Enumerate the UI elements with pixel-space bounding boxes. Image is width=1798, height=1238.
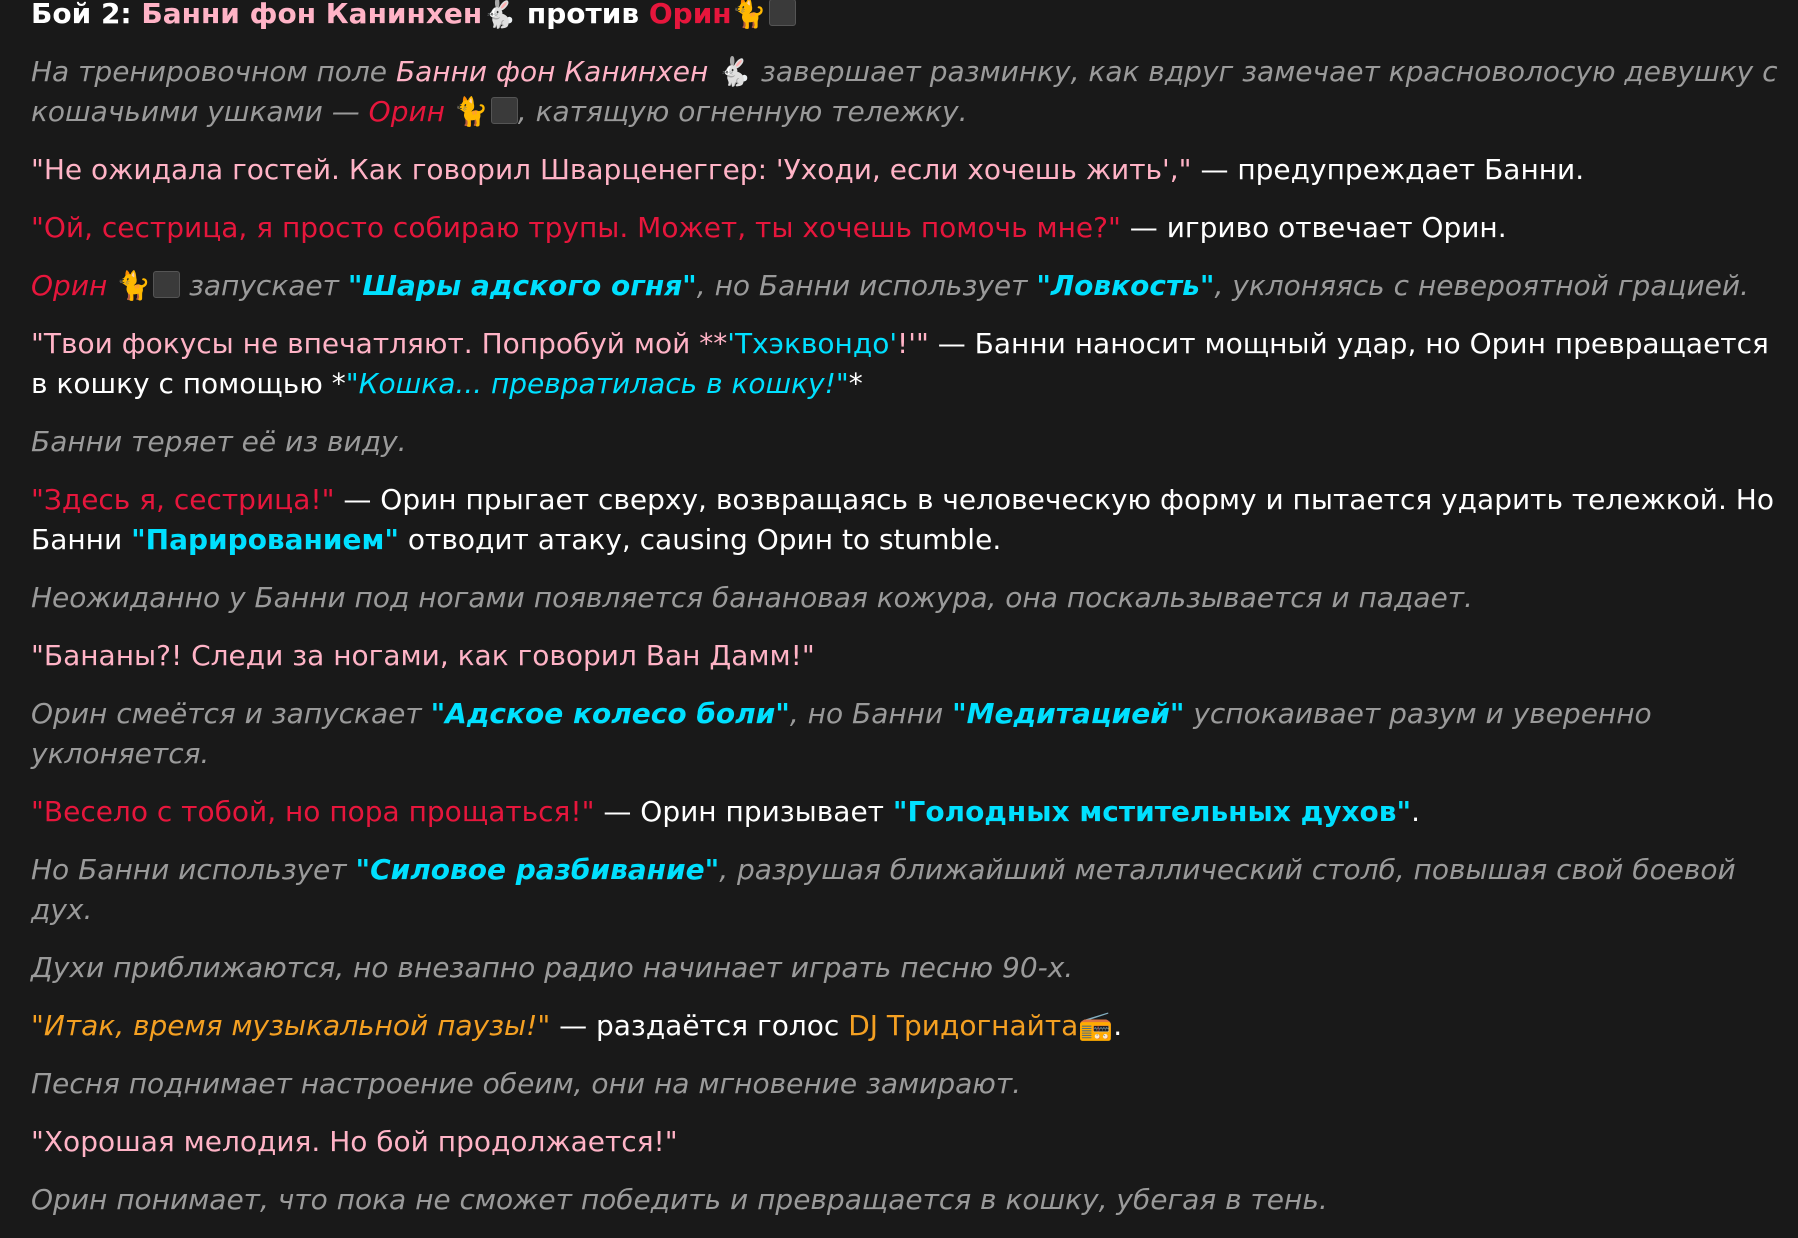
dialogue-tag: — раздаётся голос bbox=[550, 1009, 849, 1042]
skill-name: "Ловкость" bbox=[1036, 269, 1215, 302]
skill-name: "Силовое разбивание" bbox=[355, 853, 720, 886]
narration-text: Орин смеётся и запускает bbox=[31, 697, 431, 730]
narration-text: , уклоняясь с невероятной грацией. bbox=[1214, 269, 1749, 302]
radio-icon: 📻 bbox=[1078, 1009, 1114, 1042]
bunny-name: Банни фон Канинхен bbox=[395, 55, 709, 88]
dialogue-bunny-3: "Бананы?! Следи за ногами, как говорил В… bbox=[31, 636, 1791, 676]
dialogue-dj: "Итак, время музыкальной паузы!" — разда… bbox=[31, 1006, 1791, 1046]
narration-text: На тренировочном поле bbox=[31, 55, 396, 88]
rabbit-icon: 🐇 bbox=[482, 0, 518, 30]
narration-text: Духи приближаются, но внезапно радио нач… bbox=[31, 951, 1074, 984]
orin-quote: "Весело с тобой, но пора прощаться!" bbox=[31, 795, 595, 828]
cart-icon bbox=[768, 0, 796, 26]
bunny-quote: "Бананы?! Следи за ногами, как говорил В… bbox=[31, 639, 815, 672]
heading-prefix: Бой 2: bbox=[31, 0, 142, 30]
orin-name: Орин bbox=[648, 0, 732, 30]
narration-text: Орин понимает, что пока не сможет победи… bbox=[31, 1183, 1328, 1216]
narration-text: , но Банни bbox=[789, 697, 953, 730]
bunny-name: Банни фон Канинхен bbox=[141, 0, 483, 30]
dialogue-tag: . bbox=[1411, 795, 1421, 828]
narration-2: Орин 🐈 запускает "Шары адского огня", но… bbox=[31, 266, 1791, 306]
cat-icon: 🐈 bbox=[453, 95, 489, 128]
narration-4: Неожиданно у Банни под ногами появляется… bbox=[31, 578, 1791, 618]
skill-name: "Парированием" bbox=[131, 523, 399, 556]
battle-heading: Бой 2: Банни фон Канинхен🐇 против Орин🐈 bbox=[31, 0, 1791, 34]
orin-quote: "Здесь я, сестрица!" bbox=[31, 483, 335, 516]
bunny-quote: "Хорошая мелодия. Но бой продолжается!" bbox=[31, 1125, 678, 1158]
dialogue-tag: — игриво отвечает Орин. bbox=[1120, 211, 1507, 244]
dialogue-bunny-2: "Твои фокусы не впечатляют. Попробуй мой… bbox=[31, 324, 1791, 404]
dj-quote: "Итак, время музыкальной паузы!" bbox=[31, 1009, 551, 1042]
dialogue-orin-2: "Здесь я, сестрица!" — Орин прыгает свер… bbox=[31, 480, 1791, 560]
skill-name: "Кошка... превратилась в кошку!" bbox=[345, 367, 849, 400]
dialogue-tag: * bbox=[848, 367, 863, 400]
narration-6: Но Банни использует "Силовое разбивание"… bbox=[31, 850, 1791, 930]
narration-text: Банни теряет её из виду. bbox=[31, 425, 407, 458]
skill-name: "Голодных мстительных духов" bbox=[892, 795, 1412, 828]
narration-9: Орин понимает, что пока не сможет победи… bbox=[31, 1180, 1791, 1220]
narration-text: Песня поднимает настроение обеим, они на… bbox=[31, 1067, 1022, 1100]
narration-1: На тренировочном поле Банни фон Канинхен… bbox=[31, 52, 1791, 132]
narration-text: , катящую огненную тележку. bbox=[517, 95, 968, 128]
bunny-quote: "Не ожидала гостей. Как говорил Шварцене… bbox=[31, 153, 1192, 186]
dialogue-bunny-1: "Не ожидала гостей. Как говорил Шварцене… bbox=[31, 150, 1791, 190]
cat-icon: 🐈 bbox=[116, 269, 152, 302]
rabbit-icon: 🐇 bbox=[717, 55, 753, 88]
orin-quote: "Ой, сестрица, я просто собираю трупы. М… bbox=[31, 211, 1121, 244]
skill-name: "Адское колесо боли" bbox=[430, 697, 790, 730]
dialogue-orin-1: "Ой, сестрица, я просто собираю трупы. М… bbox=[31, 208, 1791, 248]
chat-message: Бой 2: Банни фон Канинхен🐇 против Орин🐈 … bbox=[31, 0, 1791, 1238]
dialogue-tag: . bbox=[1113, 1009, 1123, 1042]
versus-text: против bbox=[517, 0, 649, 30]
narration-3: Банни теряет её из виду. bbox=[31, 422, 1791, 462]
dialogue-orin-3: "Весело с тобой, но пора прощаться!" — О… bbox=[31, 792, 1791, 832]
narration-5: Орин смеётся и запускает "Адское колесо … bbox=[31, 694, 1791, 774]
orin-name: Орин bbox=[31, 269, 108, 302]
narration-7: Духи приближаются, но внезапно радио нач… bbox=[31, 948, 1791, 988]
dj-name: DJ Тридогнайта bbox=[848, 1009, 1079, 1042]
narration-text: Но Банни использует bbox=[31, 853, 356, 886]
narration-text: запускает bbox=[180, 269, 348, 302]
cat-icon: 🐈 bbox=[731, 0, 767, 30]
narration-text: Неожиданно у Банни под ногами появляется… bbox=[31, 581, 1473, 614]
narration-8: Песня поднимает настроение обеим, они на… bbox=[31, 1064, 1791, 1104]
skill-name: "Медитацией" bbox=[952, 697, 1185, 730]
skill-name: "Шары адского огня" bbox=[347, 269, 697, 302]
bunny-quote: !'" bbox=[897, 327, 929, 360]
skill-name: 'Тхэквондо' bbox=[727, 327, 898, 360]
dialogue-tag: отводит атаку, causing Орин to stumble. bbox=[398, 523, 1002, 556]
narration-text: , но Банни использует bbox=[696, 269, 1037, 302]
cart-icon bbox=[153, 271, 181, 298]
cart-icon bbox=[490, 97, 518, 124]
dialogue-tag: — Орин призывает bbox=[594, 795, 893, 828]
bunny-quote: "Твои фокусы не впечатляют. Попробуй мой… bbox=[31, 327, 728, 360]
orin-name: Орин bbox=[368, 95, 445, 128]
dialogue-bunny-4: "Хорошая мелодия. Но бой продолжается!" bbox=[31, 1122, 1791, 1162]
dialogue-tag: — предупреждает Банни. bbox=[1191, 153, 1585, 186]
